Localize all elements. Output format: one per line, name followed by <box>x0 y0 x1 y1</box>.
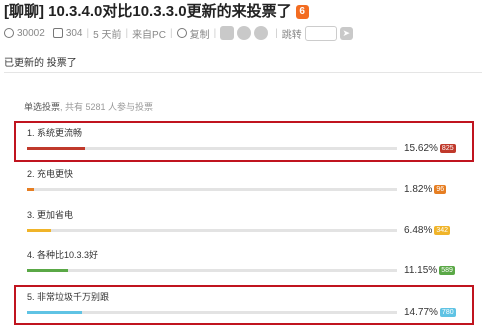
vote-result: 11.15% 589 <box>404 265 455 276</box>
vote-progress-fill <box>27 188 34 191</box>
vote-option-label: 3. 更加省电 <box>27 210 74 220</box>
vote-percent: 6.48% <box>404 225 433 236</box>
user-icon[interactable] <box>220 26 235 40</box>
vote-progress-track <box>27 229 397 232</box>
jump-go-icon[interactable]: ➤ <box>339 26 353 40</box>
vote-progress-fill <box>27 229 51 232</box>
post-title: [聊聊] 10.3.4.0对比10.3.3.0更新的来投票了 6 <box>4 0 309 21</box>
vote-percent: 11.15% <box>404 265 438 276</box>
separator: | <box>86 27 90 39</box>
reply-count: 304 <box>65 27 83 39</box>
post-source: 来自PC <box>132 29 166 41</box>
vote-header: 单选投票, 共有 5281 人参与投票 <box>24 100 153 113</box>
vote-option-4[interactable]: 4. 各种比10.3.3好 11.15% 589 <box>24 248 472 286</box>
favorite-icon[interactable] <box>237 26 252 40</box>
separator: | <box>213 27 217 39</box>
vote-count-badge: 589 <box>439 266 455 275</box>
view-count: 30002 <box>17 27 45 39</box>
highlight-box-option-1 <box>14 121 474 162</box>
copy-icon[interactable] <box>176 28 187 38</box>
eye-icon <box>4 28 14 38</box>
separator: | <box>169 27 173 39</box>
vote-count-badge: 96 <box>434 185 447 194</box>
vote-option-label: 4. 各种比10.3.3好 <box>27 250 99 260</box>
share-icon[interactable] <box>254 26 269 40</box>
separator: | <box>275 27 278 39</box>
vote-count-badge: 342 <box>434 226 451 235</box>
highlight-box-option-5 <box>14 285 474 325</box>
jump-label: 跳转 <box>281 29 302 41</box>
separator: | <box>125 27 129 39</box>
vote-option-3[interactable]: 3. 更加省电 6.48% 342 <box>24 208 472 246</box>
vote-participants: , 共有 5281 人参与投票 <box>60 102 154 112</box>
post-time: 5 天前 <box>93 29 122 41</box>
vote-result: 6.48% 342 <box>404 225 451 236</box>
fire-icon: 6 <box>295 5 309 19</box>
post-title-text: [聊聊] 10.3.4.0对比10.3.3.0更新的来投票了 <box>4 3 292 20</box>
vote-progress-fill <box>27 269 69 272</box>
vote-option-label: 2. 充电更快 <box>27 169 74 179</box>
post-body-text: 已更新的 投票了 <box>4 58 77 69</box>
vote-type: 单选投票 <box>24 102 61 112</box>
vote-progress-track <box>27 188 397 191</box>
vote-progress-track <box>27 269 397 272</box>
post-meta: 30002 304 | 5 天前 | 来自PC | 复制 | | 跳转 ➤ <box>4 25 353 41</box>
comment-icon <box>52 28 63 38</box>
divider <box>4 72 482 73</box>
vote-option-2[interactable]: 2. 充电更快 1.82% 96 <box>24 167 472 205</box>
jump-page-input[interactable] <box>304 25 337 41</box>
copy-button[interactable]: 复制 <box>190 26 210 41</box>
vote-result: 1.82% 96 <box>404 184 447 195</box>
vote-percent: 1.82% <box>404 184 433 195</box>
